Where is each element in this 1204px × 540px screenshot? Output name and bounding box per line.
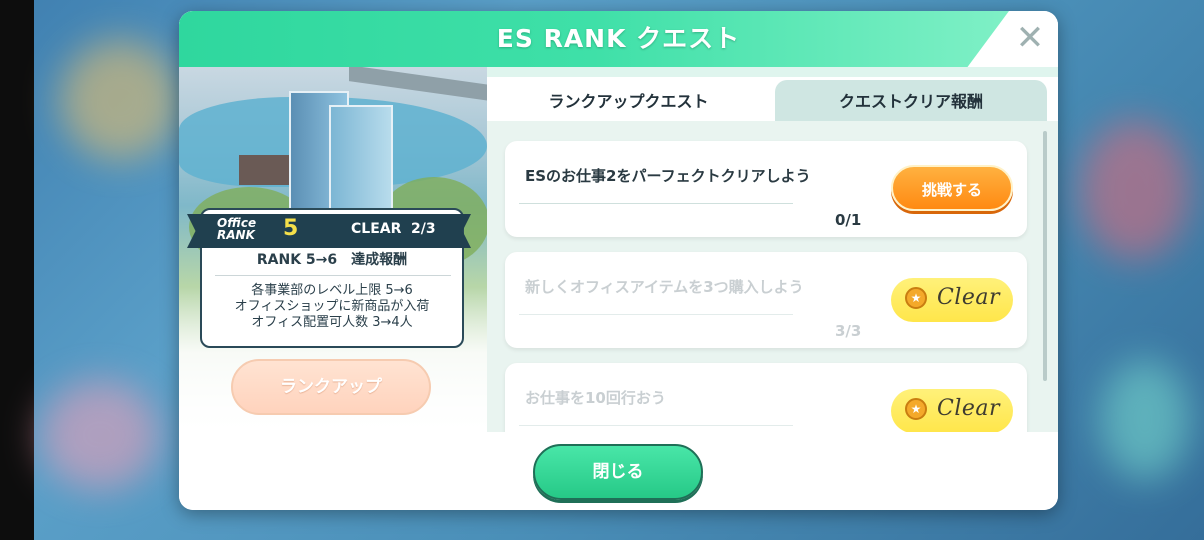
clear-badge-label: Clear: [937, 396, 1001, 421]
rank-level: 5: [283, 216, 299, 241]
quest-list-scrollbar[interactable]: [1043, 131, 1047, 381]
dialog-footer: 閉じる: [179, 432, 1058, 510]
background-blur: [1100, 360, 1190, 480]
rank-benefit: オフィス配置可人数 3→4人: [251, 315, 413, 330]
rank-reward-title: RANK 5→6 達成報酬: [256, 252, 408, 268]
quest-title: 新しくオフィスアイテムを3つ購入しよう: [525, 278, 804, 296]
rank-benefits-list: 各事業部のレベル上限 5→6 オフィスショップに新商品が入荷 オフィス配置可人数…: [202, 283, 462, 331]
clear-badge: ★ Clear: [891, 278, 1013, 322]
background-blur: [40, 380, 160, 490]
clear-badge: ★ Clear: [891, 389, 1013, 432]
dialog-title: ES RANK クエスト: [496, 24, 741, 53]
office-rank-logo: Office RANK: [217, 217, 259, 241]
quest-divider: [519, 425, 793, 426]
background-blur: [1080, 120, 1190, 260]
dialog-header: ES RANK クエスト ✕: [179, 11, 1058, 67]
clear-label: CLEAR: [351, 221, 402, 237]
clear-count: 2/3: [411, 221, 436, 237]
bridge-shape: [349, 67, 487, 101]
quest-card: 新しくオフィスアイテムを3つ購入しよう 3/3 ★ Clear: [505, 252, 1027, 348]
rankup-button[interactable]: ランクアップ: [231, 359, 431, 415]
quest-title: お仕事を10回行おう: [525, 389, 666, 407]
rank-benefit: 各事業部のレベル上限 5→6: [251, 283, 413, 298]
quest-progress: 0/1: [835, 211, 862, 229]
close-button[interactable]: 閉じる: [533, 444, 703, 500]
quest-title: ESのお仕事2をパーフェクトクリアしよう: [525, 167, 811, 185]
quest-divider: [519, 314, 793, 315]
quest-list[interactable]: ESのお仕事2をパーフェクトクリアしよう 0/1 挑戦する 新しくオフィスアイテ…: [487, 121, 1058, 432]
office-rank-line2: RANK: [217, 228, 255, 242]
medal-icon: ★: [905, 398, 927, 420]
challenge-button[interactable]: 挑戦する: [891, 165, 1013, 211]
low-building-shape: [239, 155, 289, 185]
quest-divider: [519, 203, 793, 204]
es-rank-quest-dialog: ES RANK クエスト ✕ Office RANK 5 CLEAR 2/3 R…: [179, 11, 1058, 510]
quest-progress: 3/3: [835, 322, 862, 340]
left-letterbox: [0, 0, 34, 540]
clear-badge-label: Clear: [937, 285, 1001, 310]
rank-benefit: オフィスショップに新商品が入荷: [234, 299, 430, 314]
quest-card: お仕事を10回行おう ★ Clear: [505, 363, 1027, 432]
background-blur: [60, 40, 180, 160]
tab-quest-clear-rewards[interactable]: クエストクリア報酬: [775, 80, 1047, 124]
quest-card: ESのお仕事2をパーフェクトクリアしよう 0/1 挑戦する: [505, 141, 1027, 237]
medal-icon: ★: [905, 287, 927, 309]
close-icon[interactable]: ✕: [1015, 21, 1045, 55]
rank-divider: [215, 275, 451, 276]
tab-rankup-quest[interactable]: ランクアップクエスト: [492, 80, 765, 124]
